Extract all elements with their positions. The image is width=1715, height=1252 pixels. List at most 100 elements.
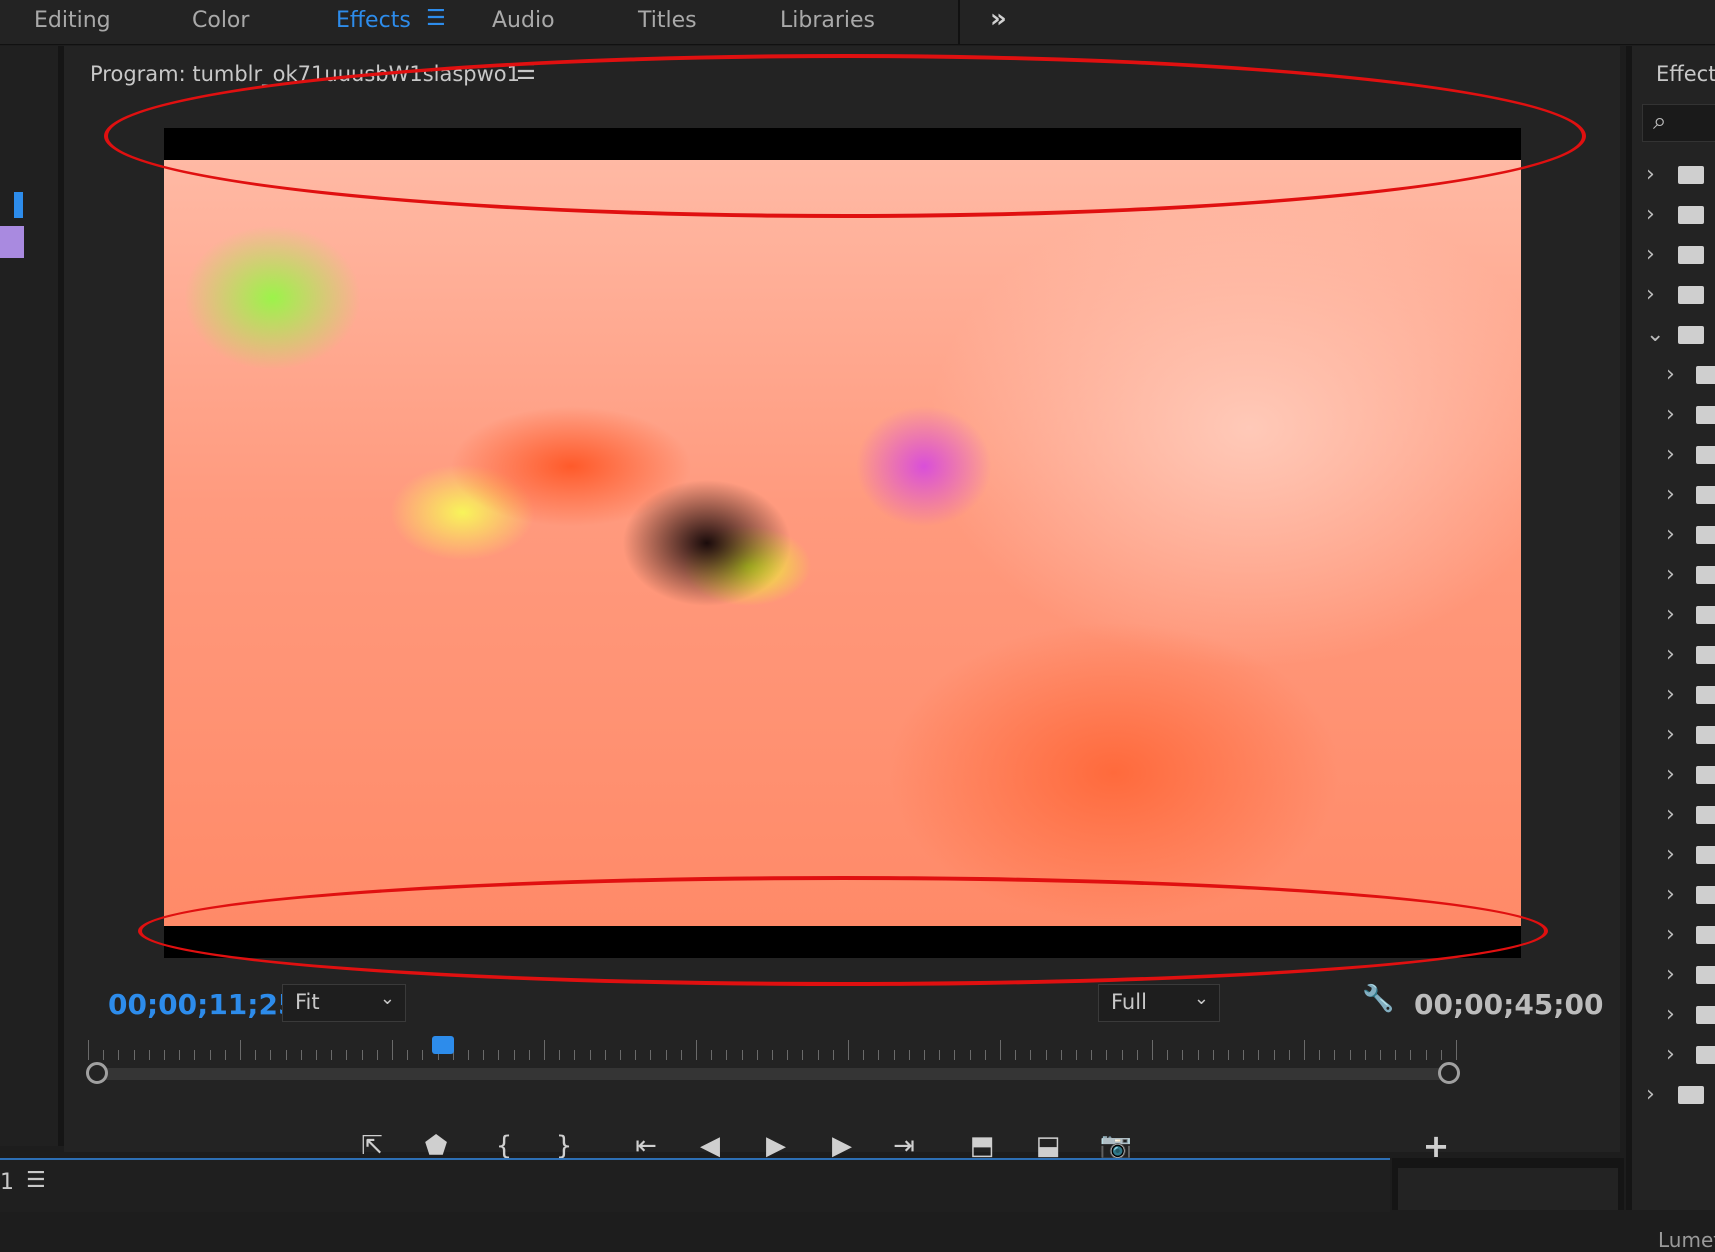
chevron-right-icon[interactable]: ›: [1666, 522, 1675, 547]
effects-folder-row[interactable]: ›: [1632, 198, 1712, 234]
current-timecode[interactable]: 00;00;11;25: [108, 988, 297, 1021]
folder-icon: [1696, 566, 1715, 584]
effects-folder-row[interactable]: ›: [1632, 1038, 1715, 1074]
effects-folder-row[interactable]: ›: [1632, 278, 1712, 314]
ruler-tick: [1197, 1050, 1199, 1060]
folder-icon: [1696, 686, 1715, 704]
effects-folder-row[interactable]: ›: [1632, 558, 1715, 594]
chevron-right-icon[interactable]: ›: [1666, 562, 1675, 587]
monitor-title[interactable]: Program: tumblr_ok71uuusbW1slaspwo1: [90, 62, 520, 86]
ruler-tick: [1000, 1040, 1001, 1060]
tab-effects[interactable]: Effects: [336, 8, 411, 33]
playhead[interactable]: [432, 1036, 454, 1054]
chevron-right-icon[interactable]: ›: [1666, 802, 1675, 827]
chevron-right-icon[interactable]: ›: [1666, 962, 1675, 987]
effects-folder-row[interactable]: ›: [1632, 958, 1715, 994]
chevron-right-icon[interactable]: ›: [1666, 1002, 1675, 1027]
resolution-select[interactable]: Full ⌄: [1098, 984, 1220, 1022]
scrollbar-handle-left[interactable]: [86, 1062, 108, 1084]
effects-folder-row[interactable]: ›: [1632, 918, 1715, 954]
effects-folder-row[interactable]: ›: [1632, 158, 1712, 194]
hamburger-icon[interactable]: ☰: [516, 60, 536, 85]
ruler-tick: [620, 1050, 621, 1060]
folder-icon: [1678, 1086, 1704, 1104]
tab-color[interactable]: Color: [192, 8, 249, 33]
chevron-right-icon[interactable]: ›: [1666, 722, 1675, 747]
effects-folder-row[interactable]: ›: [1632, 358, 1715, 394]
chevron-right-icon[interactable]: ›: [1666, 762, 1675, 787]
effects-folder-row[interactable]: ›: [1632, 638, 1715, 674]
tab-audio[interactable]: Audio: [492, 8, 555, 33]
effects-folder-row[interactable]: ›: [1632, 438, 1715, 474]
chevron-right-icon[interactable]: ›: [1666, 682, 1675, 707]
ruler-tick: [1045, 1050, 1047, 1060]
chevron-right-icon[interactable]: ›: [1666, 442, 1675, 467]
lumetri-panel-tab[interactable]: Lumet: [1658, 1228, 1715, 1252]
ruler-tick: [209, 1050, 211, 1060]
double-chevron-right-icon[interactable]: »: [990, 4, 1007, 34]
chevron-right-icon[interactable]: ›: [1666, 362, 1675, 387]
effects-folder-row[interactable]: ›: [1632, 678, 1715, 714]
ruler-tick: [878, 1050, 880, 1060]
ruler-tick: [787, 1050, 789, 1060]
ruler-tick: [908, 1050, 910, 1060]
zoom-select[interactable]: Fit ⌄: [282, 984, 406, 1022]
chevron-right-icon[interactable]: ›: [1646, 1082, 1655, 1107]
ruler-tick: [1030, 1050, 1032, 1060]
folder-icon: [1696, 646, 1715, 664]
folder-icon: [1696, 1006, 1715, 1024]
folder-icon: [1696, 446, 1715, 464]
ruler-tick: [1273, 1050, 1275, 1060]
chevron-right-icon[interactable]: ›: [1666, 882, 1675, 907]
effects-folder-row[interactable]: ›: [1632, 518, 1715, 554]
chevron-right-icon[interactable]: ›: [1666, 482, 1675, 507]
effects-folder-row[interactable]: ›: [1632, 878, 1715, 914]
chevron-right-icon[interactable]: ›: [1666, 842, 1675, 867]
effects-panel-title[interactable]: Effects: [1656, 62, 1715, 86]
effects-folder-row[interactable]: ›: [1632, 718, 1715, 754]
timeline-tab-label[interactable]: 1: [0, 1170, 14, 1195]
tab-editing[interactable]: Editing: [34, 8, 111, 33]
chevron-right-icon[interactable]: ›: [1646, 202, 1655, 227]
effects-folder-row[interactable]: ›: [1632, 598, 1715, 634]
effects-folder-row[interactable]: ›: [1632, 1078, 1712, 1114]
hamburger-icon[interactable]: ☰: [26, 1168, 46, 1193]
chevron-right-icon[interactable]: ›: [1666, 402, 1675, 427]
left-panel: [0, 46, 64, 1146]
effects-folder-row[interactable]: ›: [1632, 998, 1715, 1034]
tab-libraries[interactable]: Libraries: [780, 8, 875, 33]
ruler-tick: [483, 1050, 485, 1060]
hamburger-icon[interactable]: ☰: [426, 6, 446, 31]
chevron-right-icon[interactable]: ›: [1666, 1042, 1675, 1067]
effects-folder-row[interactable]: ›: [1632, 798, 1715, 834]
chevron-right-icon[interactable]: ›: [1646, 242, 1655, 267]
effects-folder-row[interactable]: ›: [1632, 398, 1715, 434]
effects-folder-row[interactable]: ›: [1632, 478, 1715, 514]
tab-titles[interactable]: Titles: [638, 8, 697, 33]
ruler-tick: [680, 1050, 682, 1060]
chevron-right-icon[interactable]: ›: [1666, 922, 1675, 947]
clip-thumbnail[interactable]: [0, 226, 24, 258]
ruler-tick: [848, 1040, 849, 1060]
ruler-tick: [1288, 1050, 1290, 1060]
scrollbar-handle-right[interactable]: [1438, 1062, 1460, 1084]
folder-icon: [1696, 766, 1715, 784]
zoom-scrollbar[interactable]: [94, 1068, 1454, 1080]
ruler-tick: [1121, 1050, 1123, 1060]
chevron-right-icon[interactable]: ›: [1646, 162, 1655, 187]
chevron-right-icon[interactable]: ›: [1666, 602, 1675, 627]
chevron-right-icon[interactable]: ›: [1666, 642, 1675, 667]
folder-icon: [1696, 966, 1715, 984]
effects-search-input[interactable]: ⌕: [1642, 104, 1715, 142]
chevron-right-icon[interactable]: ›: [1646, 282, 1655, 307]
ruler-tick: [103, 1050, 105, 1060]
effects-folder-row[interactable]: ›: [1632, 838, 1715, 874]
chevron-down-icon[interactable]: ⌄: [1646, 322, 1664, 347]
time-ruler[interactable]: [88, 1038, 1457, 1060]
effects-folder-row[interactable]: ›: [1632, 238, 1712, 274]
ruler-tick: [1304, 1040, 1305, 1060]
video-canvas[interactable]: [164, 128, 1521, 958]
effects-folder-row[interactable]: ⌄: [1632, 318, 1712, 354]
wrench-icon[interactable]: 🔧: [1362, 984, 1394, 1014]
effects-folder-row[interactable]: ›: [1632, 758, 1715, 794]
